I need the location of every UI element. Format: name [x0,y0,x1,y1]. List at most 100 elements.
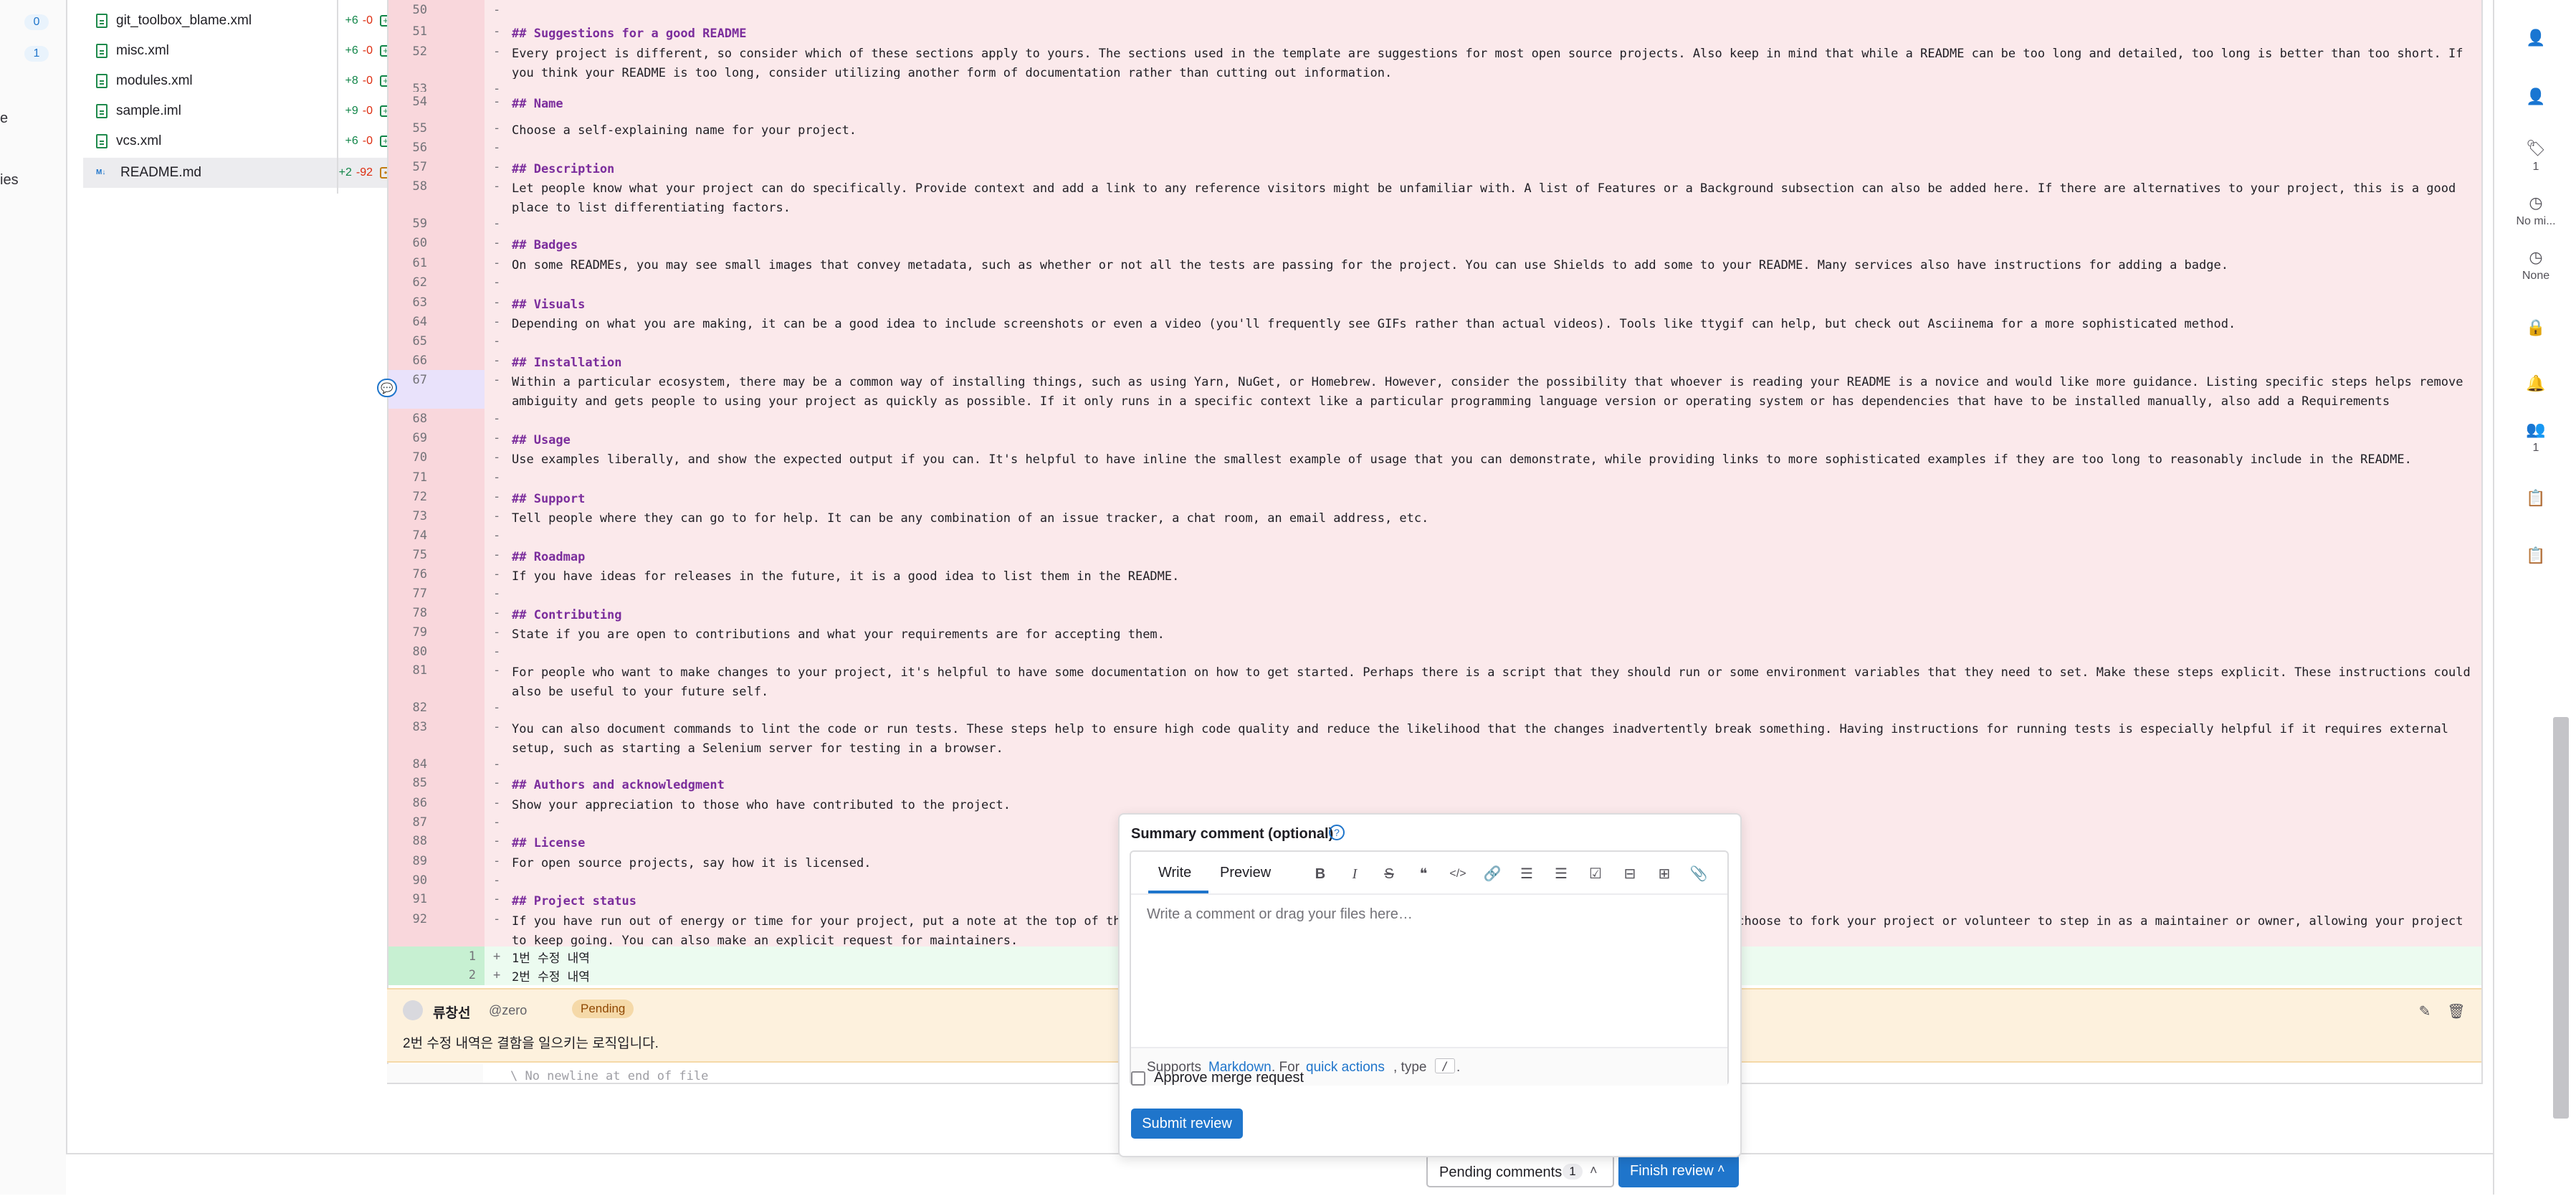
new-line-number[interactable] [436,42,485,79]
old-line-number[interactable]: 74 [388,526,436,545]
old-line-number[interactable]: 75 [388,545,436,564]
scrollbar-thumb[interactable] [2553,717,2569,1119]
old-line-number[interactable]: 73 [388,506,436,526]
edit-pencil-icon[interactable]: ✎ [2415,1002,2434,1021]
old-line-number[interactable]: 55 [388,118,436,138]
add-comment-icon[interactable]: 💬 [377,379,397,397]
new-line-number[interactable] [436,584,485,603]
new-line-number[interactable] [436,272,485,293]
lock-icon[interactable]: 🔒 [2494,318,2576,340]
numbered-list-icon[interactable]: ☰ [1551,865,1571,883]
old-line-number[interactable]: 54 [388,92,436,118]
participants-item[interactable]: 👥 1 [2494,420,2576,455]
old-line-number[interactable]: 52 [388,42,436,79]
old-line-number[interactable]: 92 [388,909,436,946]
old-line-number[interactable]: 66 [388,351,436,370]
task-list-icon[interactable]: ☑ [1585,865,1606,883]
new-line-number[interactable] [436,351,485,370]
old-line-number[interactable]: 80 [388,642,436,660]
new-line-number[interactable] [436,754,485,773]
new-line-number[interactable] [436,698,485,717]
submit-review-button[interactable]: Submit review [1131,1109,1243,1139]
old-line-number[interactable]: 81 [388,660,436,698]
assignee-icon[interactable]: 👤 [2494,29,2576,50]
new-line-number[interactable] [436,851,485,870]
old-line-number[interactable]: 72 [388,487,436,506]
nav-count-badge[interactable]: 1 [24,46,49,62]
new-line-number[interactable] [436,253,485,272]
old-line-number[interactable]: 58 [388,176,436,214]
new-line-number[interactable] [436,233,485,253]
old-line-number[interactable]: 56 [388,138,436,157]
new-line-number[interactable] [436,564,485,584]
old-line-number[interactable]: 65 [388,331,436,351]
file-tree-item[interactable]: vcs.xml +6 -0 + [83,126,403,156]
new-line-number[interactable] [436,870,485,889]
new-line-number[interactable] [436,468,485,487]
file-tree-item[interactable]: sample.iml +9 -0 + [83,96,403,126]
old-line-number[interactable]: 64 [388,312,436,331]
italic-icon[interactable]: I [1345,865,1365,883]
copy-reference-icon[interactable]: 📋 [2494,489,2576,511]
new-line-number[interactable] [436,487,485,506]
comment-author-handle[interactable]: @zero [489,1003,527,1018]
tab-preview[interactable]: Preview [1220,865,1271,881]
new-line-number[interactable] [436,214,485,233]
help-question-icon[interactable]: ? [1329,825,1345,840]
attach-file-icon[interactable]: 📎 [1689,865,1709,883]
new-line-number[interactable] [436,717,485,754]
old-line-number[interactable]: 59 [388,214,436,233]
approve-merge-request-checkbox[interactable] [1131,1071,1145,1086]
old-line-number[interactable]: 85 [388,773,436,793]
new-line-number[interactable] [436,176,485,214]
new-line-number[interactable] [436,409,485,428]
tab-write[interactable]: Write [1158,865,1191,881]
old-line-number[interactable]: 91 [388,889,436,909]
new-line-number[interactable] [436,157,485,176]
old-line-number[interactable]: 88 [388,831,436,851]
new-line-number[interactable] [436,118,485,138]
new-line-number[interactable] [436,138,485,157]
new-line-number[interactable] [436,642,485,660]
collapsible-section-icon[interactable]: ⊟ [1620,865,1640,883]
old-line-number[interactable]: 53 [388,79,436,96]
finish-review-button[interactable]: Finish review ˄ [1618,1154,1739,1187]
new-line-number[interactable] [436,331,485,351]
new-line-number[interactable] [436,909,485,946]
old-line-number[interactable]: 78 [388,603,436,622]
new-line-number[interactable] [436,293,485,312]
reviewer-icon[interactable]: 👤 [2494,87,2576,109]
new-line-number[interactable] [436,773,485,793]
new-line-number[interactable] [436,22,485,42]
labels-item[interactable]: 🏷 1 [2494,139,2576,174]
old-line-number[interactable]: 76 [388,564,436,584]
quick-actions-link[interactable]: quick actions [1306,1060,1385,1076]
file-tree-item[interactable]: modules.xml +8 -0 + [83,66,403,96]
link-icon[interactable]: 🔗 [1482,865,1502,883]
code-icon[interactable]: </> [1448,865,1468,883]
old-line-number[interactable]: 69 [388,428,436,447]
time-tracking-item[interactable]: ◷ None [2494,248,2576,283]
new-line-number[interactable]: 2 [436,965,485,985]
old-line-number[interactable]: 86 [388,793,436,812]
bold-icon[interactable]: B [1310,865,1330,883]
copy-email-icon[interactable]: 📋 [2494,546,2576,568]
new-line-number[interactable] [436,603,485,622]
new-line-number[interactable] [436,506,485,526]
nav-item-label[interactable]: e [0,110,8,127]
old-line-number[interactable]: 57 [388,157,436,176]
old-line-number[interactable]: 82 [388,698,436,717]
old-line-number[interactable]: 62 [388,272,436,293]
old-line-number[interactable]: 87 [388,812,436,831]
old-line-number[interactable]: 83 [388,717,436,754]
old-line-number[interactable]: 51 [388,22,436,42]
old-line-number[interactable]: 89 [388,851,436,870]
new-line-number[interactable] [436,370,485,409]
old-line-number[interactable]: 90 [388,870,436,889]
quote-icon[interactable]: ❝ [1413,865,1434,883]
table-icon[interactable]: ⊞ [1654,865,1674,883]
notification-bell-icon[interactable]: 🔔 [2494,374,2576,396]
new-line-number[interactable] [436,622,485,642]
file-tree-item[interactable]: M↓ README.md +2 -92 • [83,158,403,188]
bulleted-list-icon[interactable]: ☰ [1517,865,1537,883]
